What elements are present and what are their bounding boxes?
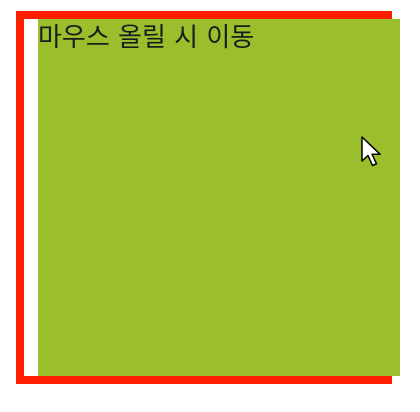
stage: 마우스 올릴 시 이동	[0, 0, 420, 412]
arrow-pointer-icon	[361, 136, 381, 167]
hover-move-box-label: 마우스 올릴 시 이동	[38, 23, 255, 53]
hover-move-box[interactable]: 마우스 올릴 시 이동	[38, 19, 400, 376]
